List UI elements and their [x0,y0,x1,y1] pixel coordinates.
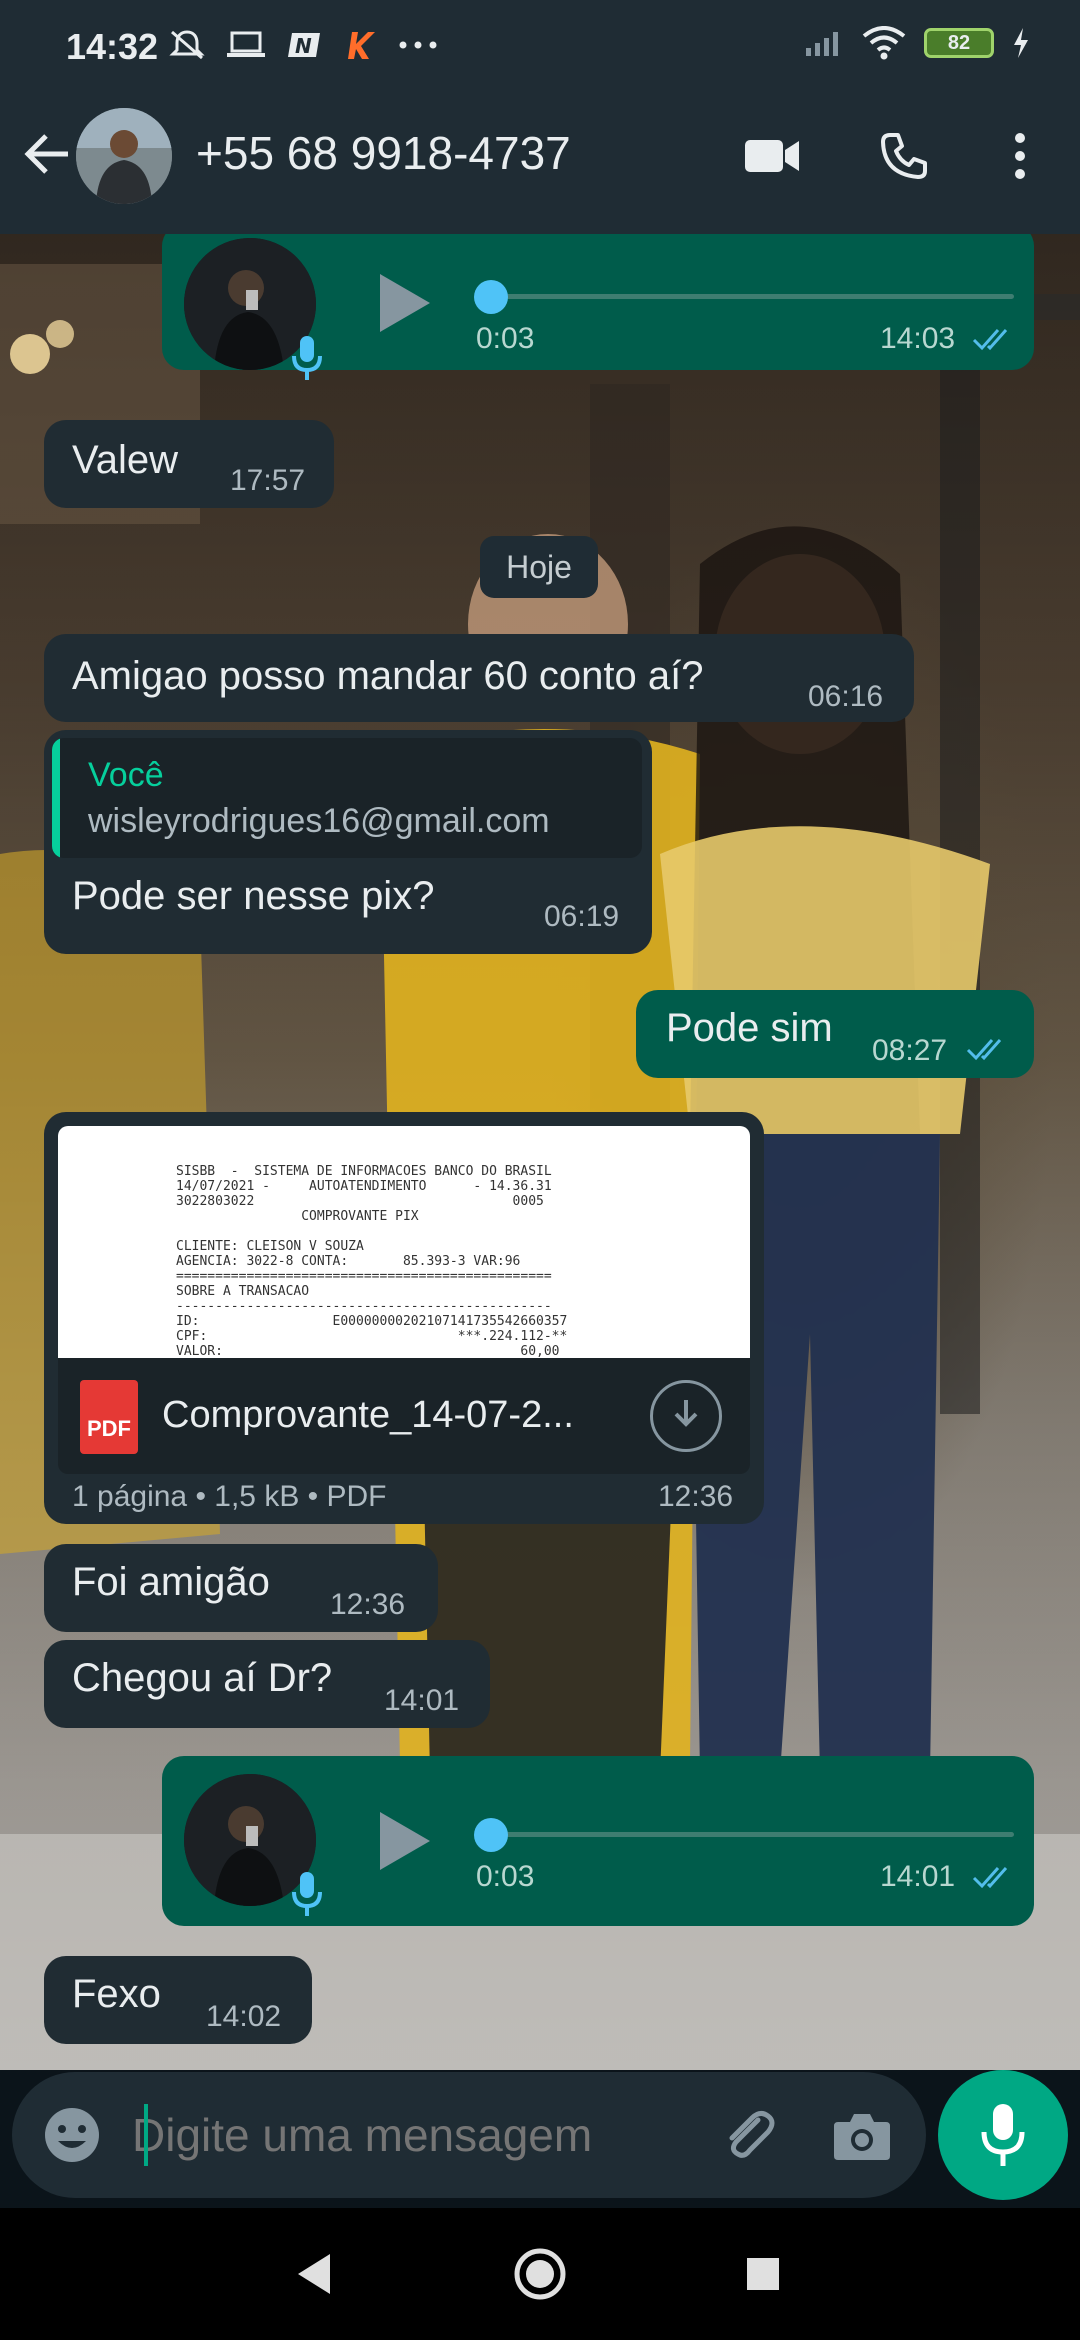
more-dots-icon [399,41,437,49]
download-button[interactable] [650,1380,722,1452]
message-text: Chegou aí Dr? [72,1656,333,1700]
voice-progress-track[interactable] [492,294,1014,299]
system-nav-bar [0,2208,1080,2340]
n-app-icon: N [288,33,320,58]
date-chip-label: Hoje [506,548,572,585]
voice-duration: 0:03 [476,1860,535,1893]
message-compose-bar [12,2072,926,2198]
k-app-icon [348,32,375,59]
video-call-button[interactable] [740,124,804,188]
document-filename: Comprovante_14-07-2... [162,1394,574,1436]
quote-text: wisleyrodrigues16@gmail.com [88,802,550,840]
document-details: 1 página • 1,5 kB • PDF [72,1480,387,1513]
quote-author: Você [88,756,164,794]
read-ticks-icon [972,1867,1008,1889]
message-time: 06:16 [808,680,884,713]
read-ticks-icon [966,1039,1002,1061]
chat-area[interactable]: 0:03 14:03 Valew 17:57 Hoje Amigao posso… [0,234,1080,2070]
message-text: Pode ser nesse pix? [72,874,435,918]
mute-icon [169,30,205,60]
incoming-message[interactable]: Chegou aí Dr? 14:01 [44,1640,490,1728]
pdf-file-icon: PDF [80,1380,138,1454]
quote-accent-bar [52,738,60,858]
emoji-icon[interactable] [42,2105,102,2165]
pdf-label: PDF [87,1416,131,1441]
record-voice-button[interactable] [938,2070,1068,2200]
message-text: Fexo [72,1972,161,2016]
incoming-message[interactable]: Amigao posso mandar 60 conto aí? 06:16 [44,634,914,722]
battery-icon: 82 [924,28,994,58]
mic-badge-icon [292,336,322,380]
message-time: 14:02 [206,2000,282,2033]
text-caret [144,2104,148,2166]
date-chip: Hoje [480,536,598,598]
video-call-icon [745,140,799,172]
voice-progress-knob[interactable] [474,1818,508,1852]
voice-call-icon [881,133,927,179]
svg-text:N: N [295,34,312,58]
incoming-message[interactable]: Foi amigão 12:36 [44,1544,438,1632]
message-time: 06:19 [544,900,620,933]
voice-duration: 0:03 [476,322,535,355]
voice-message-outgoing[interactable]: 0:03 14:03 [162,234,1034,380]
menu-button[interactable] [988,124,1052,188]
back-arrow-icon [24,134,68,174]
play-icon[interactable] [376,1810,432,1872]
play-icon[interactable] [376,272,432,334]
status-bar: 14:32 N 82 [0,0,1080,78]
back-button[interactable] [20,126,76,182]
contact-avatar[interactable] [76,108,172,204]
message-time: 14:03 [880,322,956,355]
incoming-message[interactable]: Fexo 14:02 [44,1956,312,2044]
status-time: 14:32 [66,26,159,67]
read-ticks-icon [972,329,1008,351]
charging-icon [1014,28,1028,58]
nav-back-icon [298,2254,330,2294]
message-text: Foi amigão [72,1560,270,1604]
outgoing-message[interactable]: Pode sim 08:27 [636,990,1034,1078]
nav-home-icon [514,2248,566,2300]
document-preview[interactable]: SISBB - SISTEMA DE INFORMACOES BANCO DO … [58,1126,750,1358]
download-icon [674,1400,698,1427]
message-text: Pode sim [666,1006,833,1050]
document-file-row[interactable]: PDF Comprovante_14-07-2... [58,1358,750,1474]
message-input[interactable] [132,2102,692,2168]
nav-home-button[interactable] [510,2244,570,2304]
incoming-reply-message[interactable]: Você wisleyrodrigues16@gmail.com Pode se… [44,730,652,954]
chat-header: +55 68 9918-4737 [0,78,1080,234]
message-time: 14:01 [384,1684,460,1717]
camera-icon[interactable] [832,2110,892,2162]
avatar-photo [76,108,172,204]
message-time: 12:36 [330,1588,406,1621]
message-time: 14:01 [880,1860,956,1893]
message-text: Valew [72,438,178,482]
mic-icon [981,2104,1025,2166]
voice-progress-track[interactable] [492,1832,1014,1837]
laptop-icon [227,31,265,57]
mic-badge-icon [292,1872,322,1916]
contact-name[interactable]: +55 68 9918-4737 [196,126,571,180]
voice-call-button[interactable] [872,124,936,188]
wifi-icon [862,26,906,60]
voice-progress-knob[interactable] [474,280,508,314]
quoted-message[interactable]: Você wisleyrodrigues16@gmail.com [52,738,642,858]
incoming-document-message[interactable]: SISBB - SISTEMA DE INFORMACOES BANCO DO … [44,1112,764,1524]
status-right-icons: 82 [804,26,1030,60]
status-left-icons: N [168,28,438,62]
signal-icon [806,32,838,56]
menu-dots-icon [1015,133,1025,179]
voice-message-outgoing[interactable]: 0:03 14:01 [162,1756,1034,1926]
message-text: Amigao posso mandar 60 conto aí? [72,654,704,698]
message-time: 12:36 [658,1480,734,1513]
battery-level: 82 [947,31,971,54]
document-preview-text: SISBB - SISTEMA DE INFORMACOES BANCO DO … [176,1164,568,1358]
attach-icon[interactable] [718,2106,776,2164]
nav-back-button[interactable] [284,2244,344,2304]
nav-recents-button[interactable] [733,2244,793,2304]
message-time: 17:57 [230,464,306,497]
nav-recents-icon [747,2258,779,2290]
message-time: 08:27 [872,1034,948,1067]
incoming-message[interactable]: Valew 17:57 [44,420,334,508]
